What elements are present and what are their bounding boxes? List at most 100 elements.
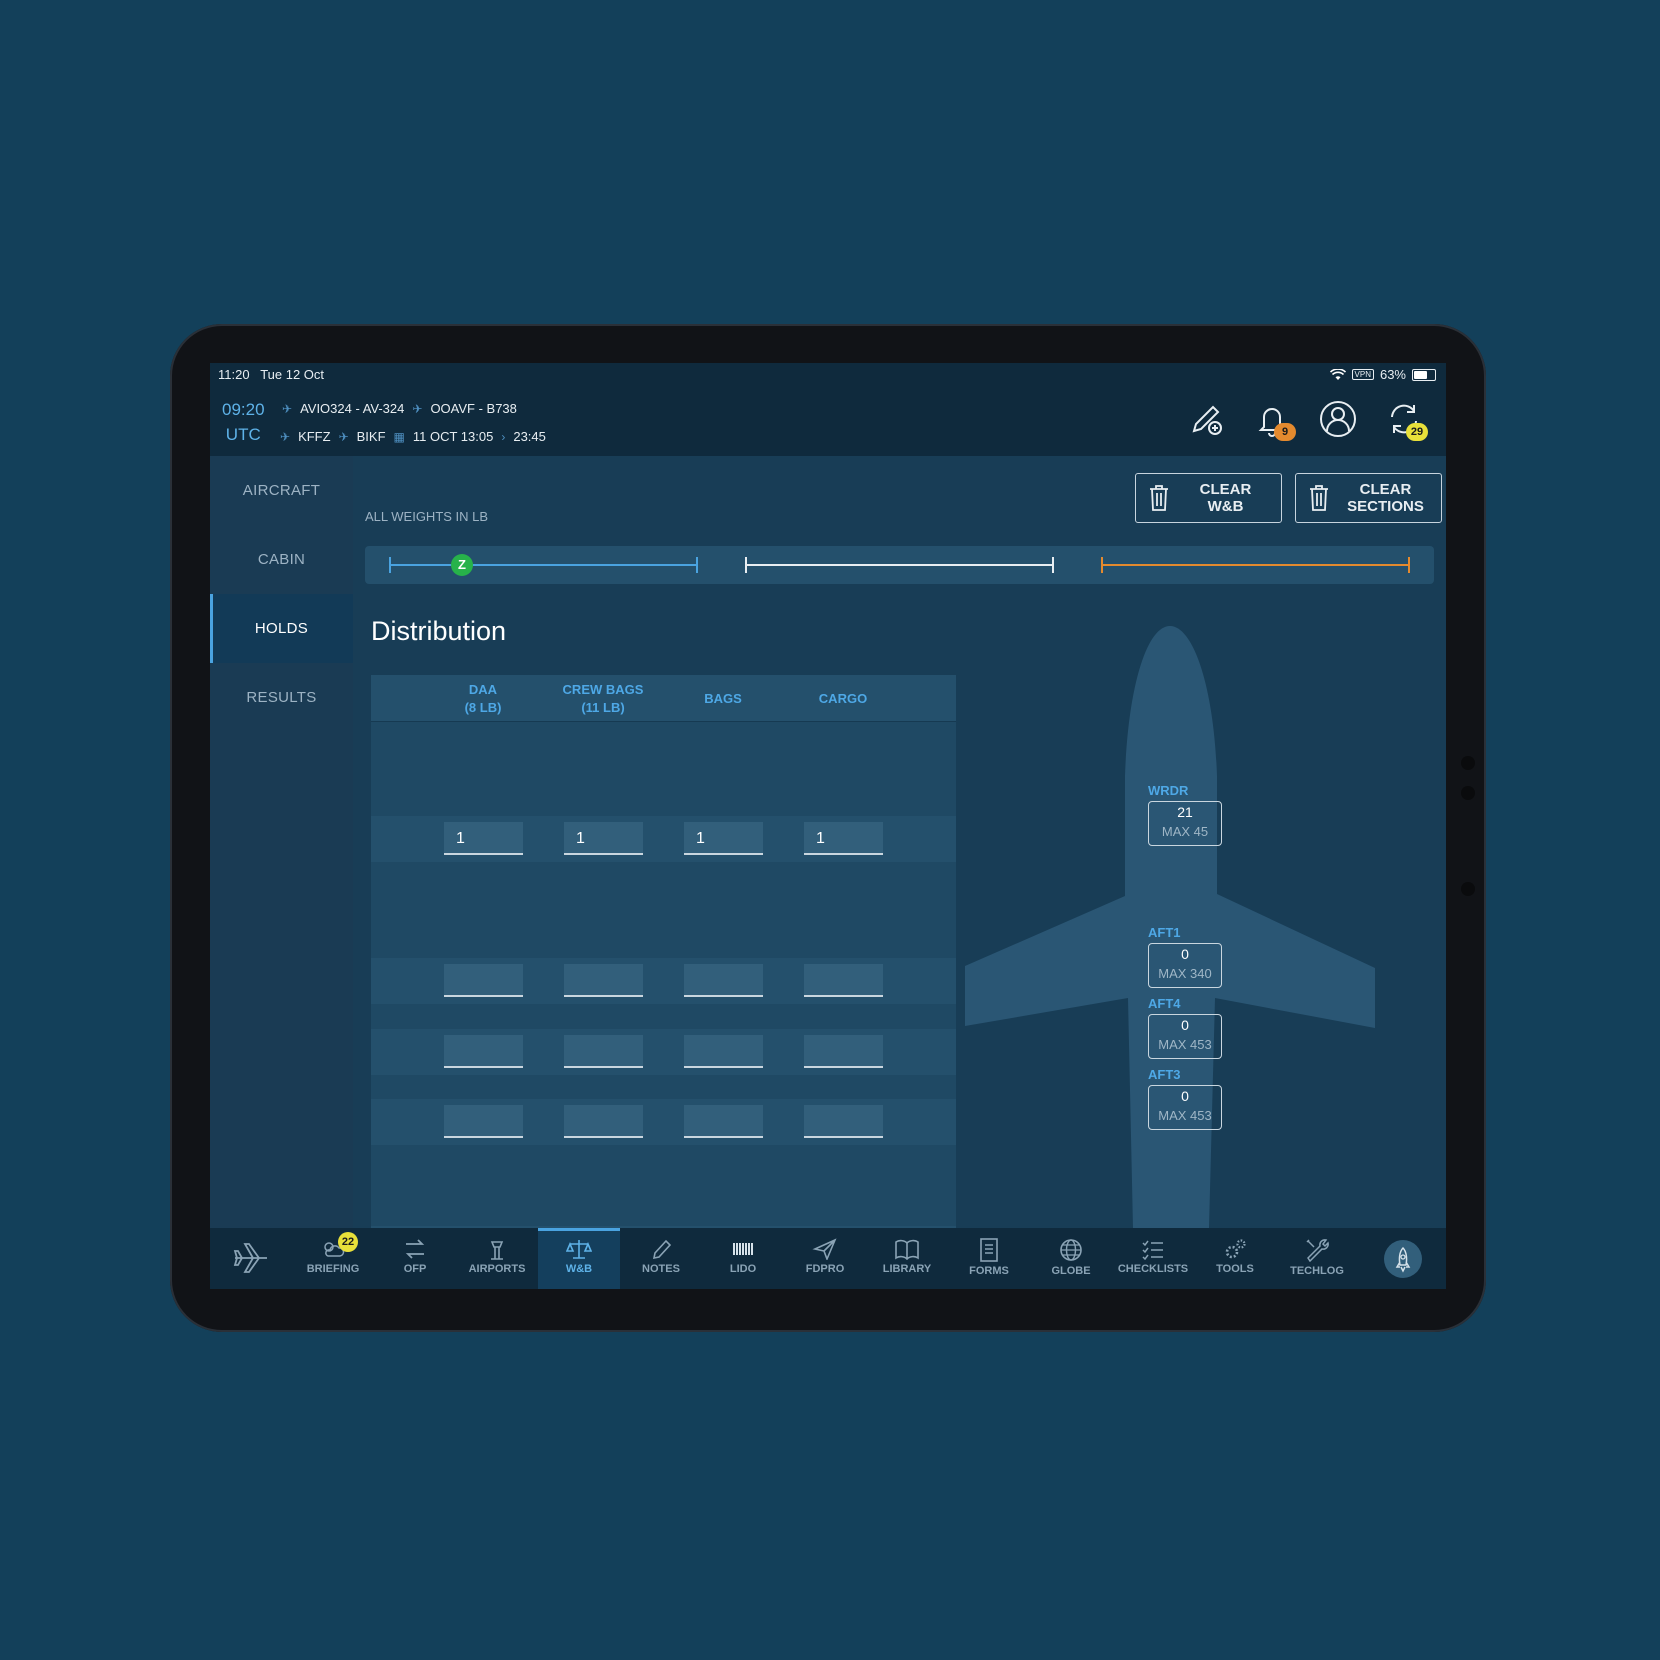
flight-duration: 23:45: [513, 429, 546, 444]
crew-bags-input[interactable]: [564, 1035, 643, 1068]
briefing-badge: 22: [338, 1232, 358, 1252]
table-row: 1 1 1 1: [371, 816, 956, 862]
hold-input-aft1[interactable]: 0 MAX 340: [1148, 943, 1222, 988]
hold-label-aft4: AFT4: [1148, 996, 1181, 1011]
column-header-daa: DAA (8 LB): [464, 682, 502, 715]
sync-button[interactable]: 29: [1384, 399, 1428, 441]
battery-icon: [1412, 368, 1436, 381]
trash-icon: [1310, 485, 1328, 511]
hold-label-aft3: AFT3: [1148, 1067, 1181, 1082]
daa-input[interactable]: [444, 964, 523, 997]
globe-icon: [1060, 1239, 1082, 1261]
hold-input-wrdr[interactable]: 21 MAX 45: [1148, 801, 1222, 846]
camera-dot: [1461, 882, 1475, 896]
user-icon: [1320, 401, 1356, 437]
bottom-tab-bar: BRIEFING 22 OFP AIRPORTS W&B NOTES LIDO …: [210, 1228, 1446, 1289]
book-icon: [895, 1239, 919, 1260]
table-row: [371, 1029, 956, 1075]
tab-lido[interactable]: LIDO: [702, 1228, 784, 1289]
pencil-icon: [652, 1239, 672, 1260]
cargo-input[interactable]: [804, 1105, 883, 1138]
edit-add-button[interactable]: [1186, 399, 1226, 439]
flight-number: AVIO324 - AV-324: [300, 401, 405, 416]
table-row: [371, 958, 956, 1004]
tab-airports[interactable]: AIRPORTS: [456, 1228, 538, 1289]
section-sidebar: AIRCRAFT CABIN HOLDS RESULTS: [210, 456, 353, 1228]
cargo-input[interactable]: [804, 1035, 883, 1068]
pencil-plus-icon: [1192, 405, 1222, 435]
table-row: [371, 1099, 956, 1145]
rocket-icon: [1395, 1246, 1411, 1273]
tab-tools[interactable]: TOOLS: [1194, 1228, 1276, 1289]
hold-label-wrdr: WRDR: [1148, 783, 1189, 798]
origin-airport: KFFZ: [298, 429, 331, 444]
hold-label-aft1: AFT1: [1148, 925, 1181, 940]
daa-input[interactable]: 1: [444, 822, 523, 855]
crew-bags-input[interactable]: [564, 1105, 643, 1138]
limit-range-blue: [389, 557, 698, 573]
tab-library[interactable]: LIBRARY: [866, 1228, 948, 1289]
tab-briefing[interactable]: BRIEFING 22: [292, 1228, 374, 1289]
tab-home[interactable]: [210, 1228, 292, 1289]
sidebar-item-holds[interactable]: HOLDS: [210, 594, 353, 663]
aircraft-registration: OOAVF - B738: [430, 401, 517, 416]
clear-wb-button[interactable]: CLEAR W&B: [1135, 473, 1282, 523]
section-title: Distribution: [371, 616, 507, 646]
gears-icon: [1225, 1239, 1246, 1259]
crew-bags-input[interactable]: [564, 964, 643, 997]
cargo-input[interactable]: 1: [804, 822, 883, 855]
clock: 11:20: [218, 367, 250, 382]
tab-checklists[interactable]: CHECKLISTS: [1112, 1228, 1194, 1289]
landing-icon: ✈: [338, 429, 349, 444]
clear-sections-button[interactable]: CLEAR SECTIONS: [1295, 473, 1442, 523]
tab-fdpro[interactable]: FDPRO: [784, 1228, 866, 1289]
hold-input-aft3[interactable]: 0 MAX 453: [1148, 1085, 1222, 1130]
column-header-bags: BAGS: [704, 691, 742, 706]
form-icon: [980, 1238, 998, 1262]
takeoff-icon: ✈: [280, 429, 291, 444]
tower-icon: [490, 1241, 504, 1260]
tab-globe[interactable]: GLOBE: [1030, 1228, 1112, 1289]
launcher-button[interactable]: [1384, 1240, 1422, 1278]
tab-wb[interactable]: W&B: [538, 1228, 620, 1289]
crew-bags-input[interactable]: 1: [564, 822, 643, 855]
bags-input[interactable]: 1: [684, 822, 763, 855]
tab-techlog[interactable]: TECHLOG: [1276, 1228, 1358, 1289]
battery-percent: 63%: [1379, 367, 1406, 382]
profile-button[interactable]: [1318, 399, 1358, 439]
sidebar-item-cabin[interactable]: CABIN: [210, 525, 353, 594]
scale-icon: [566, 1240, 592, 1259]
camera-dot: [1461, 756, 1475, 770]
calendar-icon: ▦: [393, 429, 405, 444]
barcode-icon: [733, 1243, 753, 1255]
sidebar-item-aircraft[interactable]: AIRCRAFT: [210, 456, 353, 525]
wrench-icon: [1306, 1239, 1329, 1262]
notifications-button[interactable]: 9: [1252, 399, 1296, 441]
app-screen: 11:20 Tue 12 Oct VPN 63% 09:20 UTC ✈ AVI…: [210, 363, 1446, 1289]
column-header-crew-bags: CREW BAGS (11 LB): [562, 682, 644, 715]
hold-input-aft4[interactable]: 0 MAX 453: [1148, 1014, 1222, 1059]
camera-dot: [1461, 786, 1475, 800]
tab-ofp[interactable]: OFP: [374, 1228, 456, 1289]
zero-fuel-marker[interactable]: Z: [451, 554, 473, 576]
main-content: ALL WEIGHTS IN LB CLEAR W&B CLEAR SECTIONS…: [353, 456, 1446, 1228]
trash-icon: [1150, 485, 1168, 511]
tab-notes[interactable]: NOTES: [620, 1228, 702, 1289]
daa-input[interactable]: [444, 1105, 523, 1138]
bags-input[interactable]: [684, 964, 763, 997]
cargo-input[interactable]: [804, 964, 883, 997]
daa-input[interactable]: [444, 1035, 523, 1068]
flight-icon: ✈: [282, 401, 293, 416]
bags-input[interactable]: [684, 1035, 763, 1068]
tab-forms[interactable]: FORMS: [948, 1228, 1030, 1289]
bags-input[interactable]: [684, 1105, 763, 1138]
distribution-table: DAA (8 LB) CREW BAGS (11 LB) BAGS CARGO 1 …: [371, 675, 956, 1228]
sync-badge: 29: [1406, 423, 1428, 441]
sidebar-item-results[interactable]: RESULTS: [210, 663, 353, 732]
column-header-cargo: CARGO: [818, 691, 868, 706]
checklist-icon: [1142, 1240, 1163, 1260]
limit-range-orange: [1101, 557, 1410, 573]
airplane-icon: [233, 1243, 267, 1273]
aircraft-icon: ✈: [412, 401, 423, 416]
units-note: ALL WEIGHTS IN LB: [365, 509, 489, 524]
